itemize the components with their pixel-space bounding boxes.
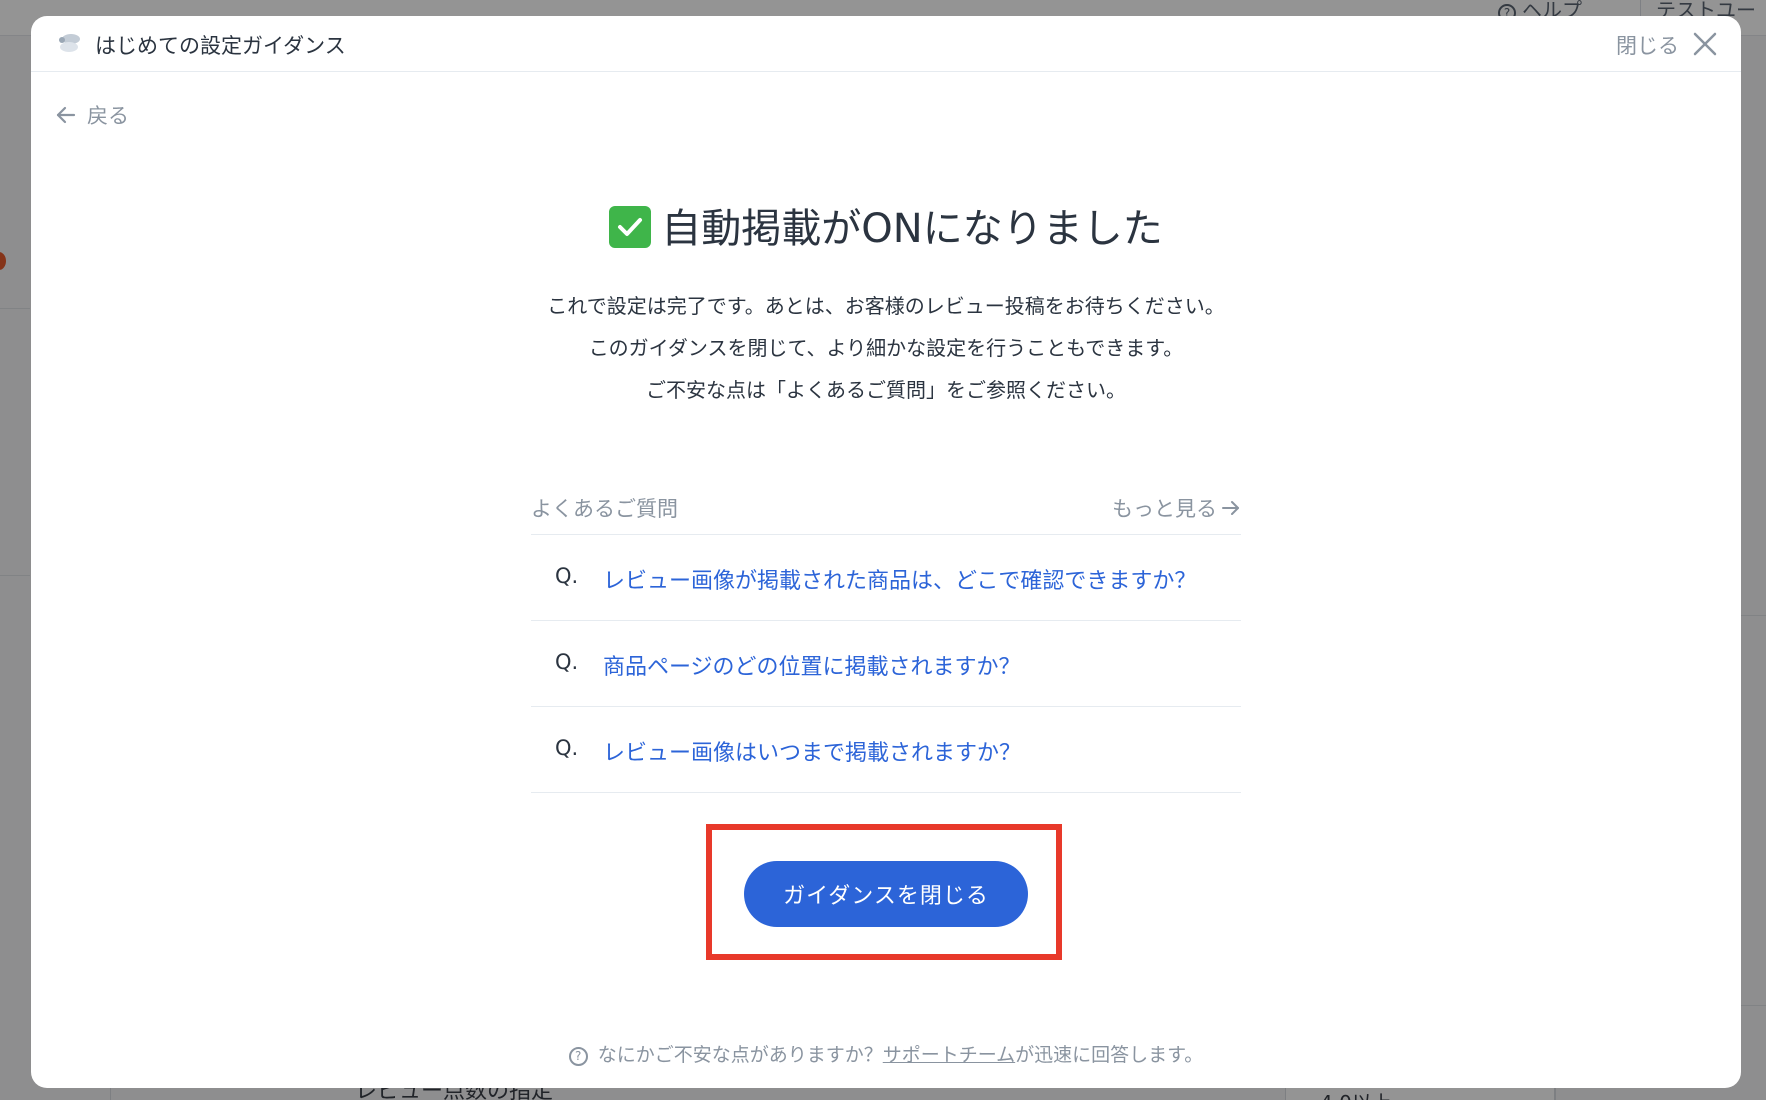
- description-line: これで設定は完了です。あとは、お客様のレビュー投稿をお待ちください。: [547, 294, 1225, 318]
- footer-text-after: が迅速に回答します。: [1015, 1044, 1204, 1066]
- question-circle-icon: ?: [568, 1047, 588, 1066]
- faq-question-prefix: Q.: [555, 650, 579, 674]
- faq-title: よくあるご質問: [531, 497, 678, 521]
- faq-item[interactable]: Q. レビュー画像はいつまで掲載されますか？: [531, 707, 1241, 793]
- arrow-left-icon: [56, 106, 76, 124]
- description-line: ご不安な点は「よくあるご質問」をご参照ください。: [646, 378, 1126, 402]
- description-line: このガイダンスを閉じて、より細かな設定を行うこともできます。: [588, 336, 1184, 360]
- faq-question-link[interactable]: 商品ページのどの位置に掲載されますか？: [603, 649, 1021, 681]
- faq-more-link[interactable]: もっと見る: [1112, 493, 1241, 523]
- headline-text: 自動掲載がONになりました: [661, 206, 1163, 252]
- footer-text-before: なにかご不安な点がありますか？: [597, 1044, 883, 1066]
- guidance-modal: はじめての設定ガイダンス 閉じる 戻る 自動掲載がONになりました これで設定は…: [31, 16, 1741, 1088]
- faq-section: よくあるご質問 もっと見る Q. レビュー画像が掲載された商品は、どこで確認でき…: [531, 481, 1241, 793]
- faq-question-prefix: Q.: [555, 736, 579, 760]
- faq-item[interactable]: Q. レビュー画像が掲載された商品は、どこで確認できますか？: [531, 535, 1241, 621]
- support-team-link[interactable]: サポートチーム: [883, 1044, 1015, 1066]
- arrow-right-icon: [1222, 501, 1239, 515]
- close-guidance-button[interactable]: ガイダンスを閉じる: [744, 861, 1028, 927]
- success-headline: 自動掲載がONになりました: [31, 196, 1741, 254]
- faq-more-label: もっと見る: [1112, 497, 1217, 521]
- modal-title: はじめての設定ガイダンス: [95, 34, 346, 58]
- faq-question-prefix: Q.: [555, 564, 579, 588]
- close-text-button[interactable]: 閉じる: [1616, 30, 1679, 60]
- logo-icon: [59, 34, 80, 52]
- back-button[interactable]: 戻る: [55, 100, 129, 130]
- back-label: 戻る: [87, 104, 129, 128]
- support-footer: ? なにかご不安な点がありますか？サポートチームが迅速に回答します。: [31, 1040, 1741, 1067]
- faq-header: よくあるご質問 もっと見る: [531, 481, 1241, 535]
- faq-question-link[interactable]: レビュー画像が掲載された商品は、どこで確認できますか？: [603, 563, 1196, 595]
- close-icon[interactable]: [1691, 30, 1719, 58]
- faq-question-link[interactable]: レビュー画像はいつまで掲載されますか？: [603, 735, 1021, 767]
- check-icon: [609, 206, 652, 248]
- modal-header: はじめての設定ガイダンス 閉じる: [31, 16, 1741, 72]
- faq-item[interactable]: Q. 商品ページのどの位置に掲載されますか？: [531, 621, 1241, 707]
